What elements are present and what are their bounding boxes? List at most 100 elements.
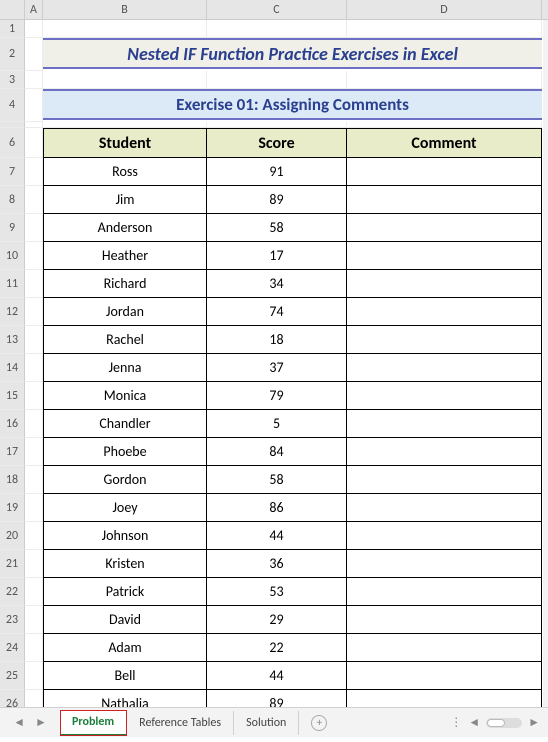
- cell-score[interactable]: 74: [207, 298, 347, 326]
- vertical-scrollbar[interactable]: [543, 20, 548, 708]
- row-header[interactable]: 17: [0, 438, 25, 466]
- cell-score[interactable]: 79: [207, 382, 347, 410]
- cell[interactable]: [25, 382, 43, 410]
- scrollbar-thumb[interactable]: [487, 719, 505, 727]
- cell-comment[interactable]: [347, 578, 542, 606]
- cell-score[interactable]: 44: [207, 662, 347, 690]
- cell-score[interactable]: 18: [207, 326, 347, 354]
- cell-comment[interactable]: [347, 298, 542, 326]
- col-header-a[interactable]: A: [25, 0, 43, 19]
- cell-score[interactable]: 91: [207, 158, 347, 186]
- table-header-student[interactable]: Student: [43, 128, 207, 158]
- row-header[interactable]: 19: [0, 494, 25, 522]
- row-header[interactable]: 16: [0, 410, 25, 438]
- cell[interactable]: [25, 128, 43, 158]
- cell[interactable]: [25, 634, 43, 662]
- cell-student[interactable]: Rachel: [43, 326, 207, 354]
- horizontal-scrollbar[interactable]: [486, 718, 522, 728]
- cell-score[interactable]: 5: [207, 410, 347, 438]
- sheet-tab-solution[interactable]: Solution: [234, 711, 299, 735]
- row-header[interactable]: 8: [0, 186, 25, 214]
- cell[interactable]: [25, 494, 43, 522]
- row-header[interactable]: 6: [0, 128, 25, 158]
- row-header[interactable]: 2: [0, 38, 25, 71]
- cell[interactable]: [25, 578, 43, 606]
- cell-comment[interactable]: [347, 214, 542, 242]
- cell[interactable]: [25, 298, 43, 326]
- row-header[interactable]: 1: [0, 20, 25, 38]
- row-header[interactable]: 24: [0, 634, 25, 662]
- cell[interactable]: [347, 20, 542, 38]
- cell-score[interactable]: 53: [207, 578, 347, 606]
- cell-comment[interactable]: [347, 158, 542, 186]
- row-header[interactable]: 13: [0, 326, 25, 354]
- cell-student[interactable]: Anderson: [43, 214, 207, 242]
- sheet-tab-problem[interactable]: Problem: [60, 710, 127, 736]
- cell-student[interactable]: Chandler: [43, 410, 207, 438]
- scroll-right-icon[interactable]: ►: [528, 715, 540, 730]
- cell[interactable]: [25, 158, 43, 186]
- cell-comment[interactable]: [347, 522, 542, 550]
- cell[interactable]: [25, 606, 43, 634]
- cell-score[interactable]: 22: [207, 634, 347, 662]
- cell-student[interactable]: David: [43, 606, 207, 634]
- cell[interactable]: [25, 89, 43, 122]
- row-header[interactable]: 11: [0, 270, 25, 298]
- cell-score[interactable]: 37: [207, 354, 347, 382]
- new-sheet-button[interactable]: +: [311, 715, 327, 731]
- cell-score[interactable]: 58: [207, 214, 347, 242]
- cell-comment[interactable]: [347, 634, 542, 662]
- col-header-b[interactable]: B: [43, 0, 207, 19]
- cell-score[interactable]: 17: [207, 242, 347, 270]
- cell-student[interactable]: Jim: [43, 186, 207, 214]
- row-header[interactable]: 14: [0, 354, 25, 382]
- cell-comment[interactable]: [347, 326, 542, 354]
- cell-student[interactable]: Joey: [43, 494, 207, 522]
- cell[interactable]: [25, 466, 43, 494]
- sheet-tab-reference-tables[interactable]: Reference Tables: [127, 711, 234, 735]
- row-header[interactable]: 23: [0, 606, 25, 634]
- cell-score[interactable]: 89: [207, 186, 347, 214]
- row-header[interactable]: 15: [0, 382, 25, 410]
- col-header-d[interactable]: D: [347, 0, 542, 19]
- cell-student[interactable]: Phoebe: [43, 438, 207, 466]
- cell-student[interactable]: Kristen: [43, 550, 207, 578]
- cell-comment[interactable]: [347, 382, 542, 410]
- cell[interactable]: [207, 71, 347, 89]
- row-header[interactable]: 9: [0, 214, 25, 242]
- cell-student[interactable]: Richard: [43, 270, 207, 298]
- cell-comment[interactable]: [347, 186, 542, 214]
- cell-score[interactable]: 44: [207, 522, 347, 550]
- section-title[interactable]: Exercise 01: Assigning Comments: [43, 89, 542, 120]
- row-header[interactable]: 12: [0, 298, 25, 326]
- tab-next-icon[interactable]: ►: [35, 715, 47, 730]
- cell-student[interactable]: Johnson: [43, 522, 207, 550]
- row-header[interactable]: 18: [0, 466, 25, 494]
- cell-score[interactable]: 36: [207, 550, 347, 578]
- cell[interactable]: [25, 20, 43, 38]
- col-header-c[interactable]: C: [207, 0, 347, 19]
- cell-comment[interactable]: [347, 662, 542, 690]
- row-header[interactable]: 4: [0, 89, 25, 122]
- cell[interactable]: [43, 20, 207, 38]
- cell[interactable]: [347, 71, 542, 89]
- cell-student[interactable]: Jenna: [43, 354, 207, 382]
- cell[interactable]: [25, 38, 43, 71]
- cell[interactable]: [25, 71, 43, 89]
- row-header[interactable]: 3: [0, 71, 25, 89]
- cell[interactable]: [207, 20, 347, 38]
- cell[interactable]: [25, 522, 43, 550]
- cell-comment[interactable]: [347, 410, 542, 438]
- cell-comment[interactable]: [347, 466, 542, 494]
- cell-score[interactable]: 29: [207, 606, 347, 634]
- cell-comment[interactable]: [347, 354, 542, 382]
- table-header-score[interactable]: Score: [207, 128, 347, 158]
- row-header[interactable]: 22: [0, 578, 25, 606]
- page-title[interactable]: Nested IF Function Practice Exercises in…: [43, 38, 542, 69]
- table-header-comment[interactable]: Comment: [347, 128, 542, 158]
- cell[interactable]: [25, 438, 43, 466]
- cell-student[interactable]: Heather: [43, 242, 207, 270]
- row-header[interactable]: 10: [0, 242, 25, 270]
- cell-comment[interactable]: [347, 550, 542, 578]
- tab-menu-icon[interactable]: ⋮: [450, 715, 462, 730]
